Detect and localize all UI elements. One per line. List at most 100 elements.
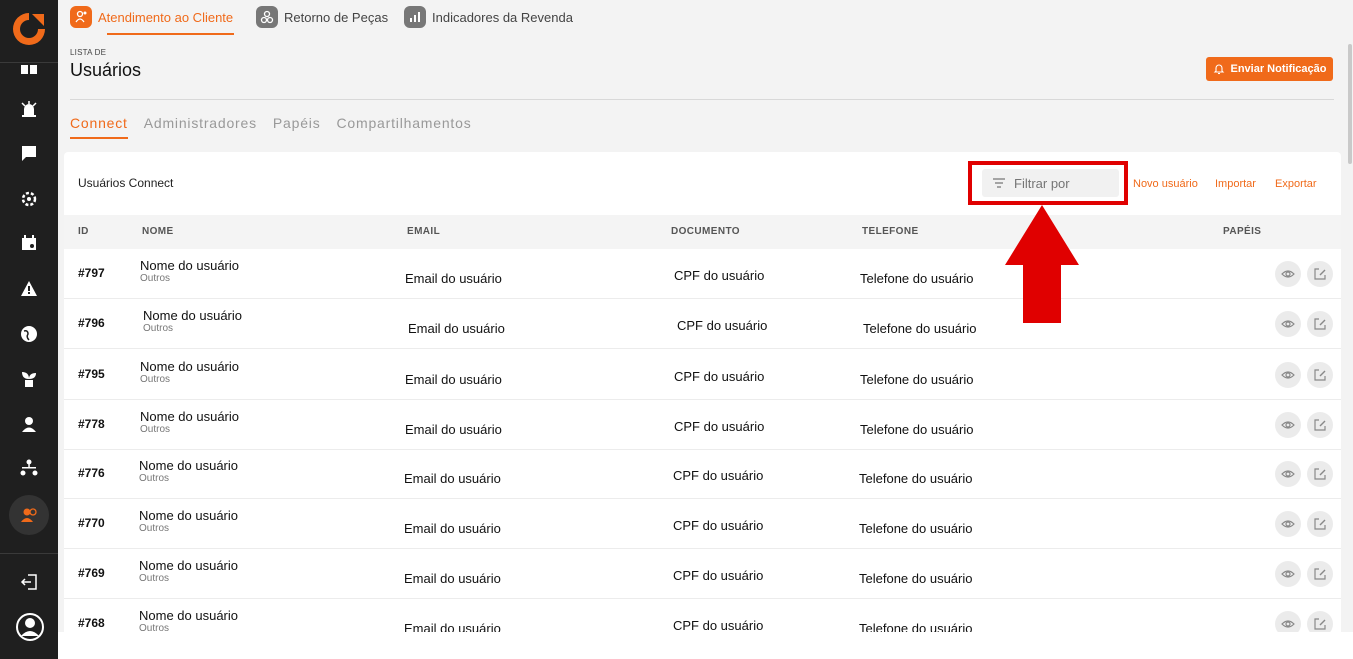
settings-cog-icon[interactable] [19,189,39,209]
hierarchy-icon[interactable] [19,458,39,478]
column-header-name: NOME [142,226,174,237]
new-user-link[interactable]: Novo usuário [1133,178,1198,190]
tab-administradores[interactable]: Administradores [144,115,257,139]
view-button[interactable] [1275,511,1301,537]
cell-role: Outros [140,424,171,435]
cell-role: Outros [143,323,174,334]
cell-name: Nome do usuário [139,508,238,523]
cell-name: Nome do usuário [140,359,239,374]
export-link[interactable]: Exportar [1275,178,1317,190]
send-notification-button[interactable]: Enviar Notificação [1206,57,1333,81]
cell-name: Nome do usuário [139,458,238,473]
table-row[interactable]: #797 Nome do usuário Outros Email do usuári… [64,249,1341,299]
edit-icon [1314,419,1326,431]
tab-connect[interactable]: Connect [70,115,128,139]
cell-email: Email do usuário [408,321,505,336]
cell-phone: Telefone do usuário [859,471,973,486]
annotation-highlight-box [968,161,1128,205]
column-header-roles: PAPÉIS [1223,226,1262,237]
cell-id: #768 [78,616,105,630]
annotation-arrow-icon [1005,205,1079,323]
table-row[interactable]: #770 Nome do usuário Outros Email do usuári… [64,499,1341,549]
edit-icon [1314,369,1326,381]
view-button[interactable] [1275,561,1301,587]
users-card: Usuários Connect Novo usuário Importar E… [64,152,1341,659]
cell-document: CPF do usuário [677,318,768,333]
view-button[interactable] [1275,362,1301,388]
top-navigation: Atendimento ao Cliente Retorno de Peças … [58,0,1353,35]
plant-icon[interactable] [19,369,39,389]
cell-phone: Telefone do usuário [863,321,977,336]
cell-id: #770 [78,516,105,530]
view-button[interactable] [1275,261,1301,287]
edit-icon [1314,318,1326,330]
alarm-icon[interactable] [19,99,39,119]
cell-name: Nome do usuário [139,558,238,573]
view-button[interactable] [1275,461,1301,487]
edit-button[interactable] [1307,261,1333,287]
view-button[interactable] [1275,311,1301,337]
table-row[interactable]: #796 Nome do usuário Outros Email do usuári… [64,299,1341,349]
cell-phone: Telefone do usuário [860,372,974,387]
cell-phone: Telefone do usuário [860,271,974,286]
cell-document: CPF do usuário [673,468,764,483]
cell-phone: Telefone do usuário [859,521,973,536]
table-row[interactable]: #778 Nome do usuário Outros Email do usuári… [64,400,1341,450]
topnav-label: Indicadores da Revenda [432,9,573,25]
cell-phone: Telefone do usuário [860,422,974,437]
edit-button[interactable] [1307,412,1333,438]
chat-icon[interactable] [19,143,39,163]
column-header-document: DOCUMENTO [671,226,740,237]
edit-button[interactable] [1307,511,1333,537]
logout-icon[interactable] [19,572,39,592]
edit-icon [1314,618,1326,630]
edit-button[interactable] [1307,561,1333,587]
main-content: LISTA DE Usuários Enviar Notificação Con… [58,35,1353,659]
parts-icon [256,6,278,28]
dashboard-icon[interactable] [19,56,39,76]
cell-id: #797 [78,266,105,280]
edit-button[interactable] [1307,311,1333,337]
column-header-email: EMAIL [407,226,441,237]
eye-icon [1281,520,1295,528]
breadcrumb: LISTA DE [70,48,107,57]
eye-icon [1281,620,1295,628]
view-button[interactable] [1275,412,1301,438]
users-icon[interactable] [19,505,39,525]
cell-id: #796 [78,316,105,330]
edit-button[interactable] [1307,461,1333,487]
cell-document: CPF do usuário [674,369,765,384]
edit-icon [1314,268,1326,280]
card-title: Usuários Connect [78,176,174,190]
table-row[interactable]: #795 Nome do usuário Outros Email do usuári… [64,350,1341,400]
calendar-icon[interactable] [19,233,39,253]
bar-chart-icon [404,6,426,28]
topnav-indicadores[interactable]: Indicadores da Revenda [404,6,573,28]
topnav-retorno-pecas[interactable]: Retorno de Peças [256,6,388,28]
eye-icon [1281,270,1295,278]
import-link[interactable]: Importar [1215,178,1256,190]
topnav-atendimento[interactable]: Atendimento ao Cliente [70,6,233,28]
bottom-strip [58,632,1353,659]
cell-document: CPF do usuário [673,568,764,583]
column-header-id: ID [78,226,89,237]
cell-name: Nome do usuário [143,308,242,323]
location-user-icon[interactable] [19,414,39,434]
cell-email: Email do usuário [405,271,502,286]
edit-button[interactable] [1307,362,1333,388]
warning-icon[interactable] [19,279,39,299]
page-title: Usuários [70,60,142,80]
tab-compartilhamentos[interactable]: Compartilhamentos [337,115,472,139]
scrollbar-thumb[interactable] [1348,44,1352,164]
cell-role: Outros [140,273,171,284]
cell-document: CPF do usuário [674,268,765,283]
topnav-label: Retorno de Peças [284,9,389,25]
cell-document: CPF do usuário [673,618,764,633]
brand-logo-icon[interactable] [10,10,48,48]
tab-papeis[interactable]: Papéis [273,115,321,139]
globe-icon[interactable] [19,324,39,344]
table-row[interactable]: #776 Nome do usuário Outros Email do usuári… [64,449,1341,499]
user-avatar-icon[interactable] [15,612,45,642]
table-row[interactable]: #769 Nome do usuário Outros Email do usuári… [64,549,1341,599]
eye-icon [1281,470,1295,478]
